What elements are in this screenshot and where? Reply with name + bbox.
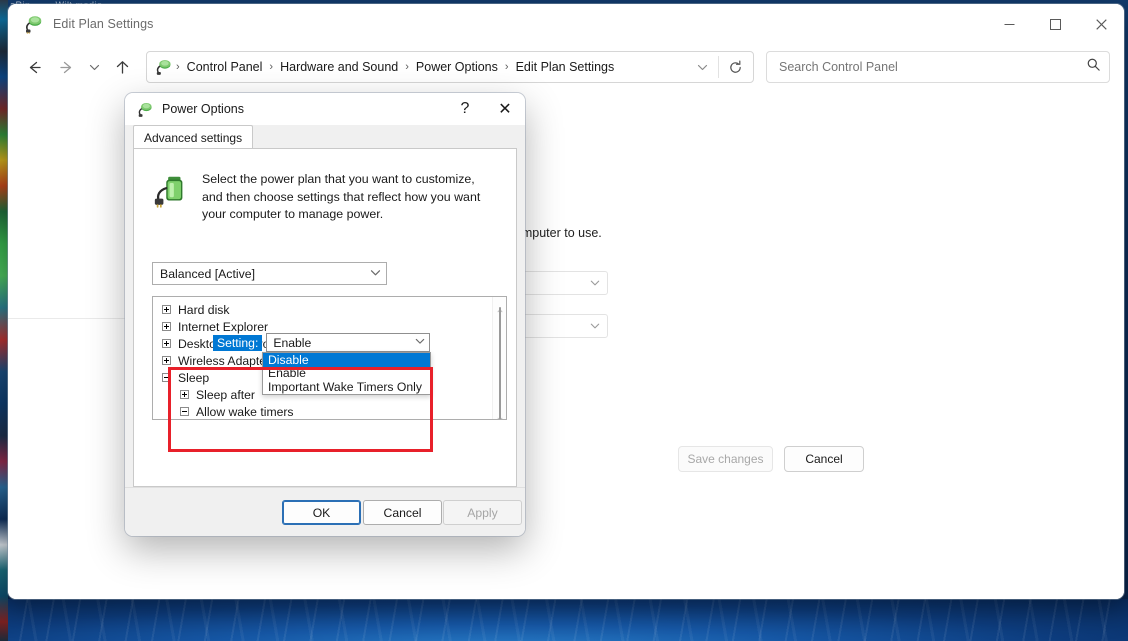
tree-row-allow-wake-timers[interactable]: Allow wake timers: [153, 403, 492, 420]
up-arrow-icon[interactable]: [106, 51, 138, 83]
dialog-title: Power Options: [162, 102, 244, 116]
ok-button[interactable]: OK: [282, 500, 361, 525]
dialog-close-icon[interactable]: ✕: [485, 93, 525, 125]
tree-row[interactable]: Hard disk: [153, 301, 492, 318]
dialog-power-plug-icon: [137, 101, 154, 118]
breadcrumb-separator: ›: [504, 61, 510, 73]
tree-row-label: Internet Explorer: [178, 320, 268, 334]
setting-label: Setting:: [213, 335, 262, 351]
tree-row-label: Hard disk: [178, 303, 229, 317]
power-options-dialog: Power Options ? ✕ Advanced settings: [125, 93, 525, 536]
expand-plus-icon[interactable]: [180, 390, 189, 399]
expand-plus-icon[interactable]: [162, 322, 171, 331]
help-button[interactable]: ?: [445, 93, 485, 125]
tree-row-label: Sleep: [178, 371, 209, 385]
chevron-down-icon: [589, 320, 601, 332]
sidebar-divider: [8, 318, 128, 319]
power-plan-select[interactable]: Balanced [Active]: [152, 262, 387, 285]
minimize-icon[interactable]: [986, 4, 1032, 44]
search-input[interactable]: [777, 59, 1086, 75]
window-controls: [986, 4, 1124, 44]
cancel-button[interactable]: Cancel: [784, 446, 864, 472]
dialog-window-controls: ? ✕: [445, 93, 525, 125]
navigation-bar: › Control Panel › Hardware and Sound › P…: [8, 44, 1124, 90]
tree-scrollbar-thumb[interactable]: [499, 307, 501, 420]
expand-plus-icon[interactable]: [162, 339, 171, 348]
power-plug-icon: [24, 14, 44, 34]
setting-combobox[interactable]: Enable: [266, 333, 430, 352]
refresh-icon[interactable]: [721, 53, 749, 81]
dialog-footer: OK Cancel Apply: [125, 487, 525, 536]
setting-row: Setting: Enable: [213, 333, 430, 352]
dialog-cancel-button[interactable]: Cancel: [363, 500, 442, 525]
tree-row-label: Allow wake timers: [196, 405, 294, 419]
breadcrumb-item-hardware-and-sound[interactable]: Hardware and Sound: [274, 57, 404, 77]
tab-strip: Advanced settings: [133, 125, 517, 149]
recent-locations-chevron-down-icon[interactable]: [82, 51, 106, 83]
description-text: Select the power plan that you want to c…: [202, 171, 492, 224]
breadcrumb-item-power-options[interactable]: Power Options: [410, 57, 504, 77]
scroll-down-icon[interactable]: [497, 409, 503, 415]
advanced-settings-tree[interactable]: Hard disk Internet Explorer Desktop back…: [152, 296, 507, 420]
dropdown-option-important-wake-timers-only[interactable]: Important Wake Timers Only: [263, 380, 430, 394]
tree-scrollbar[interactable]: [492, 297, 506, 419]
desktop-left-color-strip: [0, 0, 8, 641]
save-changes-button[interactable]: Save changes: [678, 446, 773, 472]
setting-dropdown-list[interactable]: Disable Enable Important Wake Timers Onl…: [262, 352, 431, 395]
desktop-wallpaper-bottom: [0, 599, 1128, 641]
dropdown-option-disable[interactable]: Disable: [263, 353, 430, 367]
chevron-down-icon: [589, 277, 601, 289]
maximize-icon[interactable]: [1032, 4, 1078, 44]
address-bar[interactable]: › Control Panel › Hardware and Sound › P…: [146, 51, 754, 83]
dialog-panel: Select the power plan that you want to c…: [133, 148, 517, 487]
search-box[interactable]: [766, 51, 1110, 83]
window-titlebar: Edit Plan Settings: [8, 4, 1124, 44]
dialog-titlebar: Power Options ? ✕: [125, 93, 525, 125]
description-block: Select the power plan that you want to c…: [152, 171, 502, 224]
collapse-minus-icon[interactable]: [180, 407, 189, 416]
power-plan-value: Balanced [Active]: [160, 267, 255, 281]
forward-arrow-icon[interactable]: [50, 51, 82, 83]
expand-plus-icon[interactable]: [162, 356, 171, 365]
tab-advanced-settings[interactable]: Advanced settings: [133, 125, 253, 149]
apply-button[interactable]: Apply: [443, 500, 522, 525]
battery-plug-icon: [152, 173, 190, 211]
expand-plus-icon[interactable]: [162, 305, 171, 314]
chevron-down-icon[interactable]: [414, 335, 426, 350]
address-divider: [718, 56, 719, 78]
collapse-minus-icon[interactable]: [162, 373, 171, 382]
tree-row-label: Sleep after: [196, 388, 255, 402]
breadcrumb-item-control-panel[interactable]: Control Panel: [181, 57, 269, 77]
dropdown-option-enable[interactable]: Enable: [263, 367, 430, 381]
breadcrumb-separator: ›: [175, 61, 181, 73]
setting-value: Enable: [273, 336, 311, 350]
dialog-body: Advanced settings Select the: [125, 125, 525, 536]
back-arrow-icon[interactable]: [18, 51, 50, 83]
breadcrumb-item-edit-plan-settings[interactable]: Edit Plan Settings: [510, 57, 621, 77]
address-bar-actions: [688, 53, 749, 81]
address-chevron-down-icon[interactable]: [688, 53, 716, 81]
search-icon[interactable]: [1086, 57, 1101, 77]
breadcrumb-power-plug-icon: [155, 58, 173, 76]
window-title: Edit Plan Settings: [53, 17, 153, 31]
chevron-down-icon: [369, 266, 382, 282]
close-icon[interactable]: [1078, 4, 1124, 44]
